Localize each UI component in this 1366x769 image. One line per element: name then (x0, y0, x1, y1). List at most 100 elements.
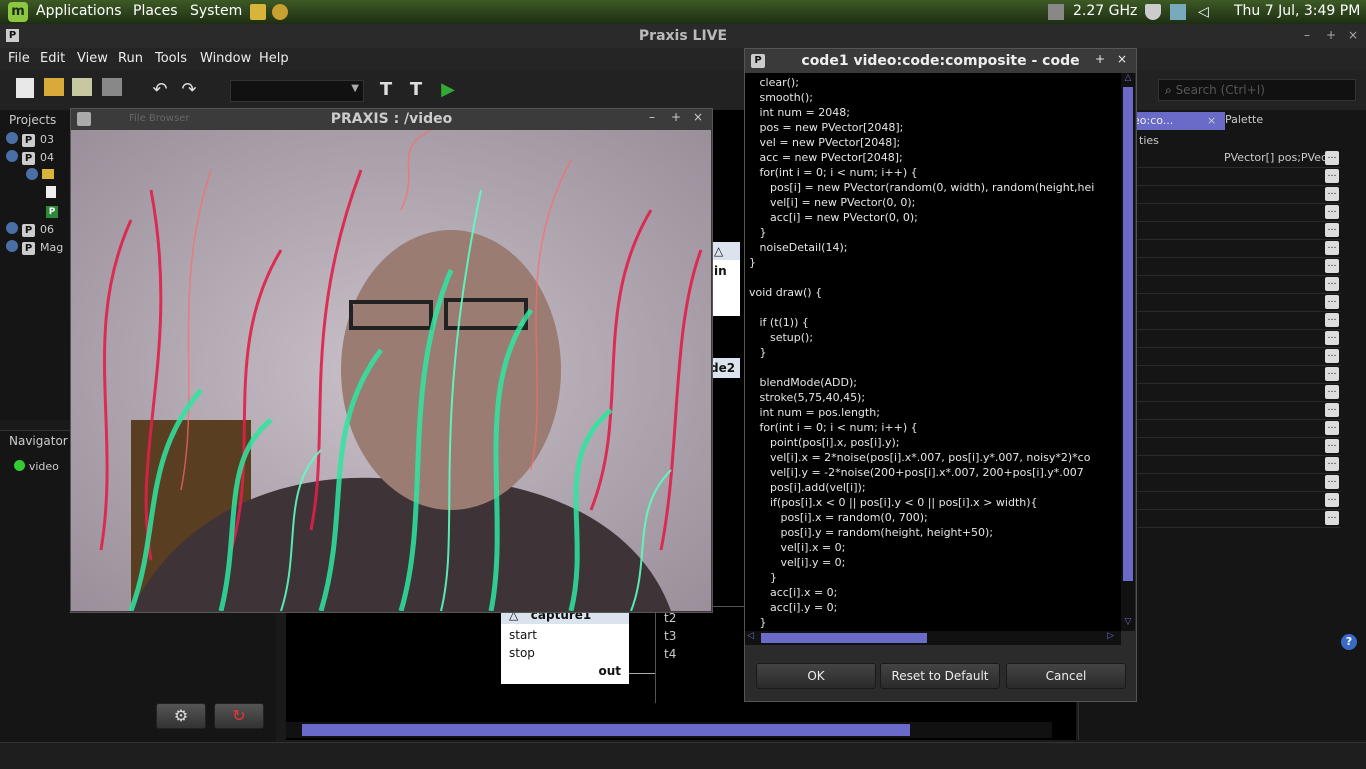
expand-icon[interactable] (6, 222, 18, 234)
search-input[interactable]: ⌕ Search (Ctrl+I) (1158, 79, 1356, 101)
close-icon[interactable]: × (1348, 28, 1358, 42)
code-line[interactable]: vel[i].x = 2*noise(pos[i].x*.007, pos[i]… (749, 451, 1090, 466)
scrollbar-thumb[interactable] (1123, 87, 1133, 581)
maximize-icon[interactable]: + (671, 110, 681, 124)
search-tool-icon[interactable] (272, 4, 288, 20)
ellipsis-button[interactable]: … (1325, 385, 1339, 399)
ellipsis-button[interactable]: … (1325, 511, 1339, 525)
new-file-icon[interactable] (16, 78, 34, 98)
ellipsis-button[interactable]: … (1325, 169, 1339, 183)
ellipsis-button[interactable]: … (1325, 259, 1339, 273)
expand-icon[interactable] (6, 240, 18, 252)
code-line[interactable]: vel[i].y = -2*noise(200+pos[i].x*.007, 2… (749, 466, 1084, 481)
ellipsis-button[interactable]: … (1325, 493, 1339, 507)
code-line[interactable]: } (749, 346, 766, 361)
code-line[interactable]: pos[i].add(vel[i]); (749, 481, 866, 496)
node-t-ports[interactable]: t2 t3 t4 (655, 606, 746, 703)
node-input[interactable]: △ in (710, 242, 740, 316)
code-line[interactable]: noiseDetail(14); (749, 241, 847, 256)
port-stop[interactable]: stop (501, 644, 629, 662)
code-line[interactable]: acc[i].x = 0; (749, 586, 837, 601)
ellipsis-button[interactable]: … (1325, 367, 1339, 381)
code-line[interactable]: smooth(); (749, 91, 813, 106)
network-signal-icon[interactable] (1170, 4, 1186, 20)
code-line[interactable]: } (749, 616, 766, 631)
clock[interactable]: Thu 7 Jul, 3:49 PM (1234, 3, 1360, 19)
code-line[interactable]: int num = 2048; (749, 106, 849, 121)
code-line[interactable]: } (749, 226, 766, 241)
open-project-icon[interactable] (72, 78, 92, 96)
code-line[interactable]: point(pos[i].x, pos[i].y); (749, 436, 900, 451)
tab-palette[interactable]: Palette (1225, 113, 1263, 126)
node-code2[interactable]: de2 (710, 358, 740, 378)
code-line[interactable]: stroke(5,75,40,45); (749, 391, 865, 406)
menu-help[interactable]: Help (259, 51, 289, 66)
video-window-titlebar[interactable]: File Browser PRAXIS : /video – + × (71, 109, 712, 129)
code-line[interactable]: blendMode(ADD); (749, 376, 857, 391)
navigator-item[interactable]: video (14, 459, 59, 473)
code-line[interactable]: pos = new PVector[2048]; (749, 121, 903, 136)
project-item[interactable]: P Mag (6, 240, 63, 258)
ellipsis-button[interactable]: … (1325, 277, 1339, 291)
port-t3[interactable]: t3 (656, 627, 746, 645)
code-line[interactable]: vel[i] = new PVector(0, 0); (749, 196, 915, 211)
scroll-left-icon[interactable]: ◁ (747, 631, 754, 641)
scroll-down-icon[interactable]: ▽ (1121, 617, 1135, 627)
scrollbar-thumb[interactable] (761, 633, 927, 643)
code-line[interactable]: vel[i].x = 0; (749, 541, 845, 556)
maximize-icon[interactable]: + (1095, 52, 1105, 66)
code-line[interactable]: for(int i = 0; i < num; i++) { (749, 166, 917, 181)
code-vertical-scrollbar[interactable]: △ ▽ (1121, 73, 1135, 631)
ellipsis-button[interactable]: … (1325, 421, 1339, 435)
code-line[interactable]: } (749, 256, 756, 271)
code-line[interactable]: } (749, 571, 777, 586)
ellipsis-button[interactable]: … (1325, 223, 1339, 237)
reset-to-default-button[interactable]: Reset to Default (880, 663, 1000, 689)
graph-horizontal-scrollbar[interactable] (286, 722, 1052, 738)
applications-menu[interactable]: Applications (36, 3, 122, 19)
project-item[interactable]: P 03 (6, 132, 54, 150)
code-editor[interactable]: clear(); smooth(); int num = 2048; pos =… (745, 73, 1121, 631)
code-line[interactable]: void draw() { (749, 286, 822, 301)
code-line[interactable]: acc = new PVector[2048]; (749, 151, 902, 166)
folder-icon[interactable] (250, 4, 266, 20)
code-line[interactable]: for(int i = 0; i < num; i++) { (749, 421, 917, 436)
ellipsis-button[interactable]: … (1325, 349, 1339, 363)
close-icon[interactable]: × (1117, 52, 1127, 66)
code-line[interactable]: int num = pos.length; (749, 406, 879, 421)
hammer-icon[interactable]: T (374, 78, 398, 102)
run-icon[interactable]: ▶ (436, 78, 460, 102)
project-item[interactable]: P 04 (6, 150, 54, 168)
code-line[interactable]: setup(); (749, 331, 813, 346)
places-menu[interactable]: Places (133, 3, 178, 19)
system-menu[interactable]: System (190, 3, 242, 19)
port-t4[interactable]: t4 (656, 645, 746, 663)
clean-build-icon[interactable]: T (404, 78, 428, 102)
menu-edit[interactable]: Edit (40, 51, 65, 66)
code-line[interactable]: acc[i] = new PVector(0, 0); (749, 211, 918, 226)
ellipsis-button[interactable]: … (1325, 151, 1339, 165)
video-window[interactable]: File Browser PRAXIS : /video – + × (70, 108, 713, 613)
ellipsis-button[interactable]: … (1325, 205, 1339, 219)
maximize-icon[interactable]: + (1326, 28, 1336, 42)
volume-icon[interactable]: ◁ (1198, 4, 1214, 20)
config-combo[interactable]: ▼ (230, 80, 364, 102)
code-line[interactable]: vel[i].y = 0; (749, 556, 845, 571)
scroll-up-icon[interactable]: △ (1121, 73, 1135, 83)
code-line[interactable]: pos[i] = new PVector(random(0, width), r… (749, 181, 1094, 196)
file-item[interactable] (46, 186, 56, 204)
port-start[interactable]: start (501, 624, 629, 644)
file-item[interactable]: P (46, 204, 58, 222)
code-line[interactable]: clear(); (749, 76, 798, 91)
menu-tools[interactable]: Tools (155, 51, 187, 66)
minimize-icon[interactable]: – (649, 110, 655, 124)
minimize-icon[interactable]: – (1304, 28, 1310, 42)
scrollbar-thumb[interactable] (302, 724, 910, 736)
folder-item[interactable] (26, 168, 54, 186)
code-dialog[interactable]: P code1 video:code:composite - code + × … (744, 48, 1137, 702)
cancel-button[interactable]: Cancel (1006, 663, 1126, 689)
settings-button[interactable]: ⚙ (156, 703, 206, 729)
ellipsis-button[interactable]: … (1325, 403, 1339, 417)
port-out[interactable]: out (501, 662, 629, 680)
ellipsis-button[interactable]: … (1325, 313, 1339, 327)
